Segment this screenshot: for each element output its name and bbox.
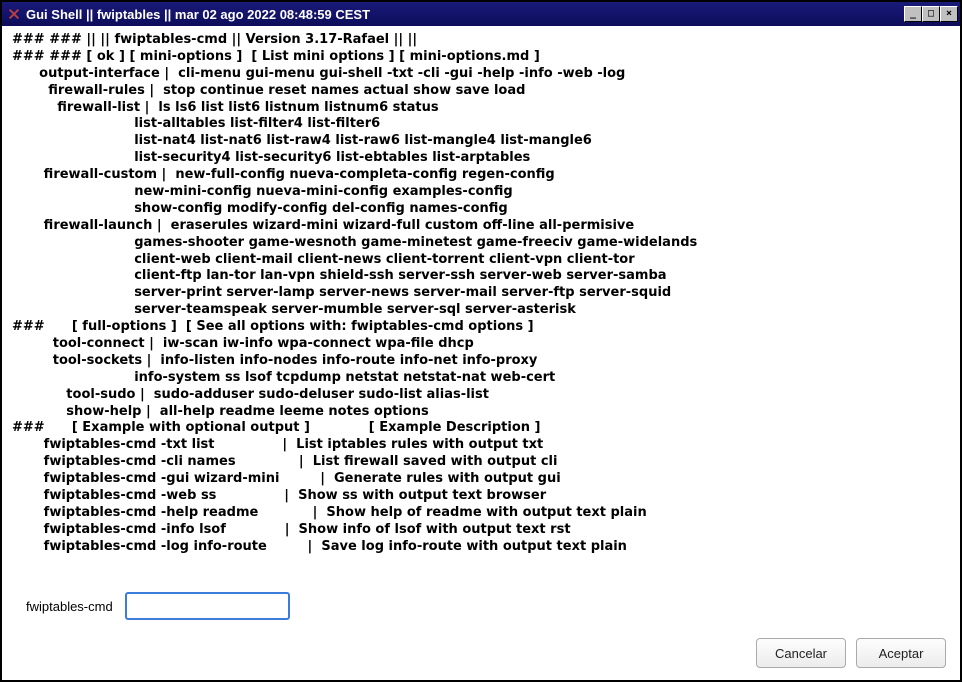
cancel-button[interactable]: Cancelar bbox=[756, 638, 846, 668]
window-title: Gui Shell || fwiptables || mar 02 ago 20… bbox=[26, 7, 904, 22]
button-row: Cancelar Aceptar bbox=[2, 630, 960, 680]
output-text: ### ### || || fwiptables-cmd || Version … bbox=[2, 26, 960, 582]
titlebar: Gui Shell || fwiptables || mar 02 ago 20… bbox=[2, 2, 960, 26]
minimize-button[interactable]: _ bbox=[904, 6, 922, 22]
app-icon bbox=[6, 6, 22, 22]
accept-button[interactable]: Aceptar bbox=[856, 638, 946, 668]
input-row: fwiptables-cmd bbox=[2, 582, 960, 630]
dialog-content: ### ### || || fwiptables-cmd || Version … bbox=[2, 26, 960, 680]
close-button[interactable]: × bbox=[940, 6, 958, 22]
dialog-window: Gui Shell || fwiptables || mar 02 ago 20… bbox=[0, 0, 962, 682]
maximize-button[interactable]: □ bbox=[922, 6, 940, 22]
command-input[interactable] bbox=[125, 592, 290, 620]
window-controls: _ □ × bbox=[904, 6, 958, 22]
input-label: fwiptables-cmd bbox=[26, 599, 113, 614]
